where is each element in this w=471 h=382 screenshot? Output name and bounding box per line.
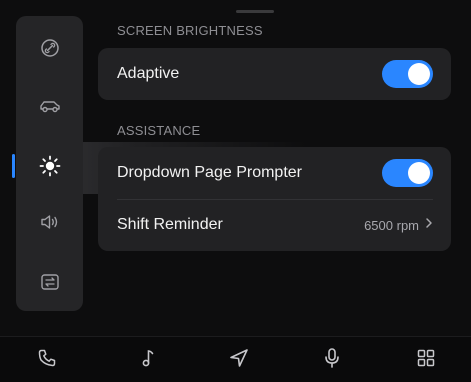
apps-button[interactable]	[412, 346, 440, 374]
chevron-right-icon	[425, 216, 433, 234]
prompter-row[interactable]: Dropdown Page Prompter	[98, 147, 451, 199]
phone-icon	[37, 348, 57, 373]
phone-button[interactable]	[33, 346, 61, 374]
apps-grid-icon	[416, 348, 436, 373]
adaptive-row[interactable]: Adaptive	[98, 48, 451, 100]
music-icon	[140, 348, 156, 373]
shift-reminder-label: Shift Reminder	[117, 216, 223, 233]
sun-icon	[39, 155, 61, 177]
settings-screen: { "sidebar": { "items": [ {"icon": "link…	[0, 0, 471, 382]
toggle-knob	[408, 63, 430, 85]
sidebar-item-link[interactable]	[16, 18, 83, 78]
section-title-assistance: ASSISTANCE	[117, 123, 201, 138]
adaptive-label: Adaptive	[117, 65, 180, 82]
shift-reminder-row[interactable]: Shift Reminder 6500 rpm	[98, 199, 451, 251]
transfer-icon	[40, 273, 60, 291]
settings-sidebar	[12, 16, 83, 312]
microphone-button[interactable]	[318, 346, 346, 374]
brightness-card: Adaptive	[98, 48, 451, 100]
volume-icon	[40, 213, 60, 231]
drag-handle[interactable]	[236, 10, 274, 13]
sidebar-item-vehicle[interactable]	[16, 76, 83, 136]
sidebar-item-display[interactable]	[12, 136, 83, 196]
link-icon	[40, 38, 60, 58]
sidebar-item-sound[interactable]	[16, 192, 83, 252]
toggle-knob	[408, 162, 430, 184]
car-icon	[39, 98, 61, 114]
sidebar-item-connectivity[interactable]	[16, 252, 83, 312]
prompter-toggle[interactable]	[382, 159, 433, 187]
prompter-label: Dropdown Page Prompter	[117, 164, 302, 181]
shift-reminder-value: 6500 rpm	[364, 217, 419, 233]
navigation-button[interactable]	[225, 346, 253, 374]
bottom-nav-bar	[0, 337, 471, 382]
music-button[interactable]	[134, 346, 162, 374]
section-title-brightness: SCREEN BRIGHTNESS	[117, 23, 263, 38]
adaptive-toggle[interactable]	[382, 60, 433, 88]
microphone-icon	[323, 347, 341, 374]
navigation-icon	[228, 347, 250, 374]
assistance-card: Dropdown Page Prompter Shift Reminder 65…	[98, 147, 451, 251]
